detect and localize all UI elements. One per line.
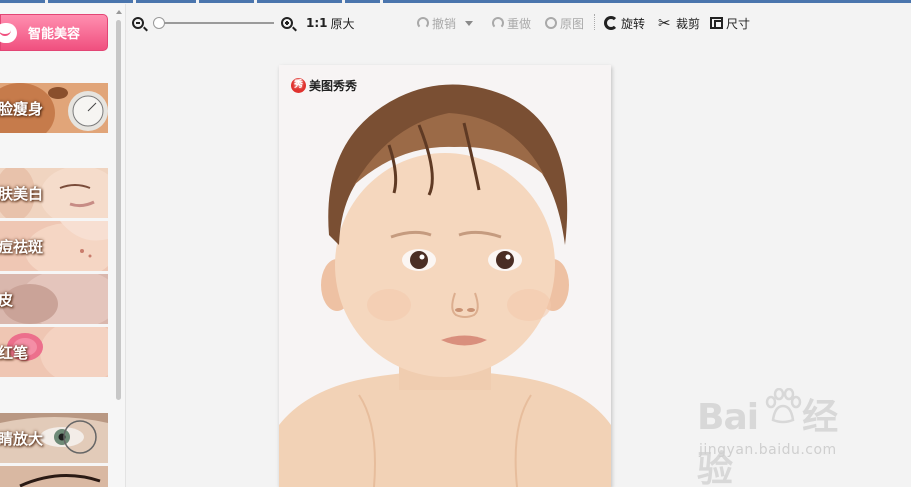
sidebar-item-blush-pen[interactable]: 红笔 bbox=[0, 327, 108, 377]
scrollbar-thumb[interactable] bbox=[116, 20, 121, 400]
photo-editor-window: 智能美容 脸瘦身 肤美白 痘祛斑 皮 红笔 睛放大 1:1 原大 撤销 重做 原… bbox=[0, 0, 911, 487]
sidebar-item-eyeliner[interactable] bbox=[0, 466, 108, 487]
rotate-label: 旋转 bbox=[621, 16, 646, 31]
sidebar-item-acne-removal[interactable]: 痘祛斑 bbox=[0, 221, 108, 271]
ratio-label: 1:1 bbox=[306, 16, 328, 30]
smart-beauty-button[interactable]: 智能美容 bbox=[0, 14, 108, 51]
undo-icon bbox=[417, 17, 429, 29]
rotate-icon bbox=[604, 16, 618, 30]
photo-canvas[interactable]: 秀 美图秀秀 bbox=[279, 65, 611, 487]
skin-smoothing-thumbnail bbox=[0, 274, 108, 324]
undo-button[interactable]: 撤销 bbox=[417, 14, 474, 32]
zoom-in-button[interactable] bbox=[281, 14, 293, 32]
original-size-button[interactable]: 1:1 原大 bbox=[306, 14, 355, 32]
zoom-slider[interactable] bbox=[153, 16, 275, 30]
original-image-button[interactable]: 原图 bbox=[545, 14, 584, 32]
tab-1[interactable] bbox=[0, 0, 45, 3]
meitu-watermark-text: 美图秀秀 bbox=[309, 79, 358, 93]
tab-6[interactable] bbox=[345, 0, 380, 3]
tab-4[interactable] bbox=[199, 0, 254, 3]
smile-icon bbox=[0, 23, 17, 43]
baidu-paw-icon bbox=[765, 388, 802, 424]
redo-icon bbox=[492, 17, 504, 29]
crop-icon bbox=[658, 14, 673, 32]
tab-2[interactable] bbox=[48, 0, 133, 3]
size-icon bbox=[710, 17, 723, 29]
toolbar: 1:1 原大 撤销 重做 原图 旋转 裁剪 尺寸 bbox=[126, 4, 911, 40]
sidebar-item-label: 脸瘦身 bbox=[0, 100, 44, 118]
beauty-sidebar: 智能美容 脸瘦身 肤美白 痘祛斑 皮 红笔 睛放大 bbox=[0, 4, 126, 487]
eyeliner-thumbnail bbox=[0, 466, 108, 487]
redo-button[interactable]: 重做 bbox=[492, 14, 531, 32]
sidebar-item-label: 红笔 bbox=[0, 344, 29, 362]
rotate-button[interactable]: 旋转 bbox=[604, 14, 645, 32]
undo-label: 撤销 bbox=[432, 16, 457, 31]
baidu-url: jingyan.baidu.com bbox=[699, 442, 837, 458]
original-image-label: 原图 bbox=[560, 16, 585, 31]
smart-beauty-label: 智能美容 bbox=[28, 27, 81, 42]
meitu-watermark: 秀 美图秀秀 bbox=[291, 77, 357, 94]
zoom-out-button[interactable] bbox=[132, 14, 144, 32]
original-size-label: 原大 bbox=[330, 16, 355, 31]
tab-7[interactable] bbox=[383, 0, 911, 3]
tab-3[interactable] bbox=[136, 0, 196, 3]
meitu-logo-icon: 秀 bbox=[291, 78, 306, 93]
sidebar-item-eye-enlarge[interactable]: 睛放大 bbox=[0, 413, 108, 463]
zoom-out-icon bbox=[132, 17, 144, 29]
sidebar-item-label: 肤美白 bbox=[0, 185, 44, 203]
size-button[interactable]: 尺寸 bbox=[710, 14, 750, 32]
toolbar-separator bbox=[594, 14, 595, 30]
sidebar-scrollbar[interactable] bbox=[115, 10, 123, 487]
sidebar-item-label: 睛放大 bbox=[0, 430, 44, 448]
redo-label: 重做 bbox=[507, 16, 532, 31]
sidebar-item-skin-smoothing[interactable]: 皮 bbox=[0, 274, 108, 324]
scroll-up-icon[interactable] bbox=[116, 10, 122, 14]
baby-portrait-image bbox=[279, 65, 611, 487]
crop-button[interactable]: 裁剪 bbox=[658, 14, 700, 32]
undo-dropdown-icon[interactable] bbox=[465, 20, 474, 26]
baidu-jingyan-watermark: Bai 经验 jingyan.baidu.com bbox=[697, 388, 867, 487]
original-image-icon bbox=[545, 17, 557, 29]
sidebar-item-skin-whitening[interactable]: 肤美白 bbox=[0, 168, 108, 218]
size-label: 尺寸 bbox=[726, 16, 751, 31]
sidebar-item-label: 痘祛斑 bbox=[0, 238, 44, 256]
sidebar-item-label: 皮 bbox=[0, 291, 14, 309]
crop-label: 裁剪 bbox=[676, 16, 701, 31]
sidebar-item-slim-face[interactable]: 脸瘦身 bbox=[0, 83, 108, 133]
zoom-slider-knob[interactable] bbox=[153, 17, 165, 29]
zoom-in-icon bbox=[281, 17, 293, 29]
zoom-slider-track bbox=[159, 22, 274, 24]
tab-5[interactable] bbox=[257, 0, 342, 3]
